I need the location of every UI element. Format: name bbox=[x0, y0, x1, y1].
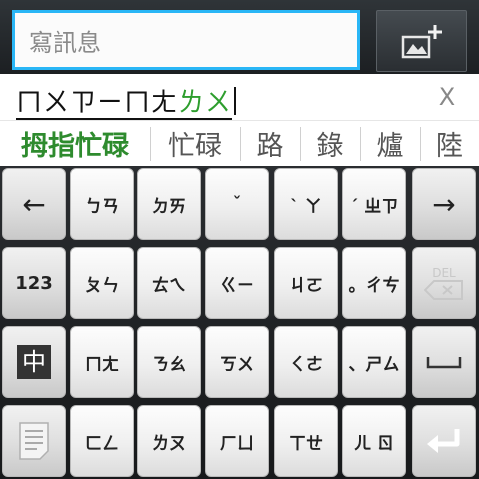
key-qi-e[interactable]: ㄑㄜ bbox=[274, 326, 338, 398]
memo-key[interactable] bbox=[2, 405, 66, 477]
key-ge-i[interactable]: ㄍㄧ bbox=[205, 247, 269, 319]
space-icon bbox=[426, 357, 462, 369]
notepad-icon bbox=[19, 422, 49, 460]
composing-area: ㄇㄨㄗㄧㄇㄤㄌㄨ X bbox=[0, 74, 479, 120]
key-ji-o[interactable]: ㄐㄛ bbox=[274, 247, 338, 319]
space-key[interactable] bbox=[412, 326, 476, 398]
key-xi-eh[interactable]: ㄒㄝ bbox=[274, 405, 338, 477]
candidate-item[interactable]: 拇指忙碌 bbox=[0, 121, 150, 167]
key-me-ang[interactable]: ㄇㄤ bbox=[70, 326, 134, 398]
key-comma-sh-s[interactable]: 、ㄕㄙ bbox=[342, 326, 406, 398]
candidate-bar: 拇指忙碌 忙碌 路 錄 爐 陸 bbox=[0, 120, 479, 166]
key-period-ch-c[interactable]: 。ㄔㄘ bbox=[342, 247, 406, 319]
key-er-ri[interactable]: ㄦ ㄖ bbox=[342, 405, 406, 477]
key-ne-ao[interactable]: ㄋㄠ bbox=[137, 326, 201, 398]
composing-text-plain: ㄇㄨㄗㄧㄇㄤ bbox=[16, 88, 179, 120]
key-tone-2-zh-z[interactable]: ˊ ㄓㄗ bbox=[342, 168, 406, 240]
add-image-icon bbox=[401, 25, 442, 59]
compose-bar: 寫訊息 bbox=[0, 0, 479, 74]
enter-icon bbox=[427, 429, 460, 453]
cursor-left-key[interactable]: ← bbox=[2, 168, 66, 240]
key-ke-u[interactable]: ㄎㄨ bbox=[205, 326, 269, 398]
message-placeholder: 寫訊息 bbox=[29, 29, 101, 57]
close-composing-button[interactable]: X bbox=[430, 80, 464, 114]
key-he-yu[interactable]: ㄏㄩ bbox=[205, 405, 269, 477]
zhuyin-keyboard: ← ㄅㄢ ㄉㄞ ˇ ˋ ㄚ ˊ ㄓㄗ → 123 ㄆㄣ ㄊㄟ ㄍㄧ ㄐㄛ 。ㄔㄘ… bbox=[0, 166, 479, 479]
key-te-ei[interactable]: ㄊㄟ bbox=[137, 247, 201, 319]
key-tone-4-a[interactable]: ˋ ㄚ bbox=[274, 168, 338, 240]
candidate-item[interactable]: 錄 bbox=[300, 121, 360, 167]
cursor-right-key[interactable]: → bbox=[412, 168, 476, 240]
numbers-key[interactable]: 123 bbox=[2, 247, 66, 319]
delete-key[interactable]: DEL bbox=[412, 247, 476, 319]
candidate-item[interactable]: 陸 bbox=[420, 121, 479, 167]
candidate-item[interactable]: 路 bbox=[240, 121, 300, 167]
key-bo-an[interactable]: ㄅㄢ bbox=[70, 168, 134, 240]
key-fe-eng[interactable]: ㄈㄥ bbox=[70, 405, 134, 477]
key-tone-3[interactable]: ˇ bbox=[205, 168, 269, 240]
enter-key[interactable] bbox=[412, 405, 476, 477]
text-caret bbox=[234, 87, 237, 115]
key-le-ou[interactable]: ㄌㄡ bbox=[137, 405, 201, 477]
candidate-item[interactable]: 爐 bbox=[360, 121, 420, 167]
key-po-en[interactable]: ㄆㄣ bbox=[70, 247, 134, 319]
backspace-icon: DEL bbox=[424, 266, 464, 300]
key-de-ai[interactable]: ㄉㄞ bbox=[137, 168, 201, 240]
composing-text-active: ㄌㄨ bbox=[178, 88, 233, 120]
candidate-item[interactable]: 忙碌 bbox=[150, 121, 240, 167]
attach-image-button[interactable] bbox=[376, 10, 467, 72]
message-input[interactable]: 寫訊息 bbox=[12, 10, 360, 70]
composing-text[interactable]: ㄇㄨㄗㄧㄇㄤㄌㄨ bbox=[16, 82, 237, 120]
input-mode-key[interactable]: 中 bbox=[2, 326, 66, 398]
